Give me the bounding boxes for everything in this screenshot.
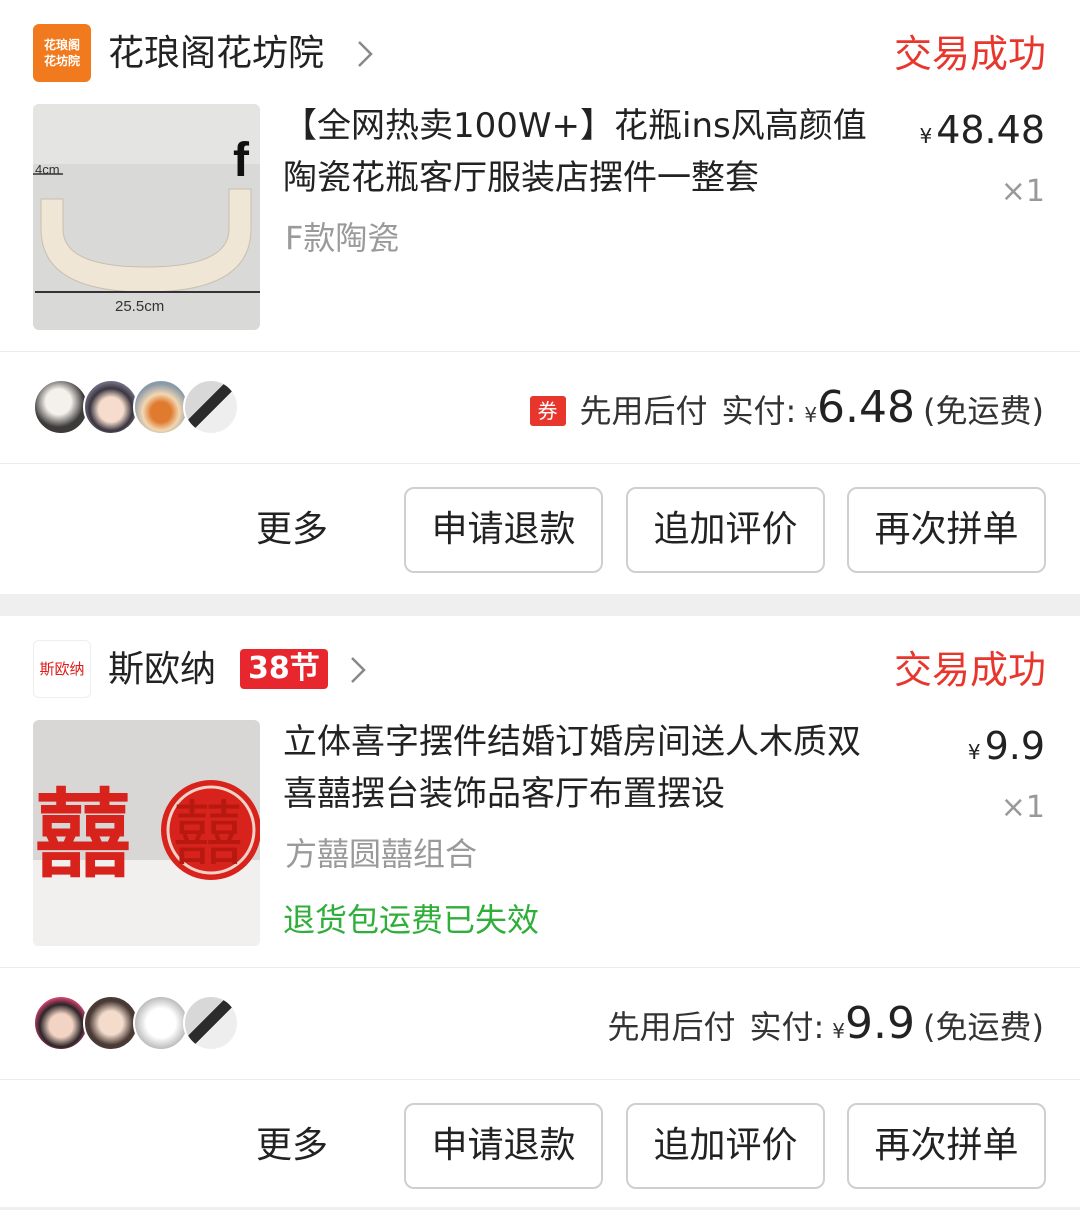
add-review-button[interactable]: 追加评价 xyxy=(626,1103,825,1189)
currency-symbol: ¥ xyxy=(967,740,981,764)
coupon-icon: 券 xyxy=(529,396,566,426)
paid-label: 实付: xyxy=(749,1008,825,1046)
product-title[interactable]: 【全网热卖100W+】花瓶ins风高颜值陶瓷花瓶客厅服装店摆件一整套 xyxy=(283,100,873,204)
shipping-note: (免运费) xyxy=(923,392,1044,430)
avatar xyxy=(133,379,189,435)
product-quantity: ×1 xyxy=(1000,174,1045,209)
group-avatars[interactable] xyxy=(33,379,239,435)
reorder-button[interactable]: 再次拼单 xyxy=(847,1103,1046,1189)
trade-status: 交易成功 xyxy=(893,648,1046,692)
trade-status: 交易成功 xyxy=(893,32,1046,76)
avatar xyxy=(183,995,239,1051)
payment-row: 券 先用后付 实付: ¥ 6.48 (免运费) xyxy=(0,352,1080,462)
order-card: 斯欧纳 斯欧纳 38节 交易成功 囍 囍 立体喜字摆件结婚订婚房间送人木质双喜囍… xyxy=(0,616,1080,1207)
image-glyph: 囍 xyxy=(173,793,243,875)
product-quantity: ×1 xyxy=(1000,790,1045,825)
image-width-label: 25.5cm xyxy=(115,298,164,315)
product-image[interactable]: 囍 囍 xyxy=(33,720,260,946)
shop-logo-text: 花坊院 xyxy=(43,54,80,68)
currency-symbol: ¥ xyxy=(919,124,933,148)
double-happiness-image: 囍 囍 xyxy=(33,720,260,946)
product-price: ¥9.9 xyxy=(968,722,1045,776)
avatar xyxy=(33,995,89,1051)
pay-method: 先用后付 xyxy=(607,1008,736,1046)
product-image[interactable]: 4cm 25.5cm f xyxy=(33,104,260,330)
group-avatars[interactable] xyxy=(33,995,239,1051)
product-price: ¥48.48 xyxy=(919,106,1045,160)
refund-button[interactable]: 申请退款 xyxy=(404,1103,603,1189)
avatar xyxy=(183,379,239,435)
shop-logo-text: 斯欧纳 xyxy=(39,660,85,678)
payment-summary: 券 先用后付 实付: ¥ 6.48 (免运费) xyxy=(529,382,1044,434)
shop-name[interactable]: 斯欧纳 xyxy=(108,646,216,694)
order-card: 花琅阁 花坊院 花琅阁花坊院 交易成功 4cm 25.5cm f 【全网热卖10… xyxy=(0,0,1080,594)
payment-summary: 先用后付 实付: ¥ 9.9 (免运费) xyxy=(607,998,1044,1050)
action-row: 更多 申请退款 追加评价 再次拼单 xyxy=(0,464,1080,594)
reorder-button[interactable]: 再次拼单 xyxy=(847,487,1046,573)
action-row: 更多 申请退款 追加评价 再次拼单 xyxy=(0,1080,1080,1210)
payment-row: 先用后付 实付: ¥ 9.9 (免运费) xyxy=(0,968,1080,1078)
shop-logo[interactable]: 斯欧纳 xyxy=(33,640,91,698)
shipping-note: (免运费) xyxy=(923,1008,1044,1046)
pay-method: 先用后付 xyxy=(579,392,708,430)
price-value: 48.48 xyxy=(936,108,1045,152)
avatar xyxy=(83,995,139,1051)
product-sku: 方囍圆囍组合 xyxy=(285,835,478,873)
vase-image: 4cm 25.5cm f xyxy=(33,104,260,330)
avatar xyxy=(83,379,139,435)
product-sku: F款陶瓷 xyxy=(285,219,400,257)
image-corner-mark: f xyxy=(233,134,250,187)
paid-label: 实付: xyxy=(721,392,797,430)
currency-symbol: ¥ xyxy=(804,403,818,427)
return-shipping-note: 退货包运费已失效 xyxy=(283,901,540,939)
shop-header[interactable]: 花琅阁 花坊院 花琅阁花坊院 交易成功 xyxy=(0,0,1080,104)
festival-badge: 38节 xyxy=(240,649,328,689)
avatar xyxy=(133,995,189,1051)
currency-symbol: ¥ xyxy=(832,1019,846,1043)
chevron-right-icon[interactable] xyxy=(349,654,367,686)
more-button[interactable]: 更多 xyxy=(256,506,328,554)
paid-amount: 6.48 xyxy=(817,382,916,433)
chevron-right-icon[interactable] xyxy=(356,38,374,70)
shop-logo-text: 花琅阁 xyxy=(43,38,80,52)
product-title[interactable]: 立体喜字摆件结婚订婚房间送人木质双喜囍摆台装饰品客厅布置摆设 xyxy=(283,716,873,820)
add-review-button[interactable]: 追加评价 xyxy=(626,487,825,573)
price-value: 9.9 xyxy=(984,724,1045,768)
avatar xyxy=(33,379,89,435)
more-button[interactable]: 更多 xyxy=(256,1122,328,1170)
refund-button[interactable]: 申请退款 xyxy=(404,487,603,573)
image-height-label: 4cm xyxy=(35,162,60,177)
shop-header[interactable]: 斯欧纳 斯欧纳 38节 交易成功 xyxy=(0,616,1080,720)
shop-name[interactable]: 花琅阁花坊院 xyxy=(108,30,324,78)
image-glyph: 囍 xyxy=(35,779,131,891)
shop-logo[interactable]: 花琅阁 花坊院 xyxy=(33,24,91,82)
paid-amount: 9.9 xyxy=(845,998,916,1049)
